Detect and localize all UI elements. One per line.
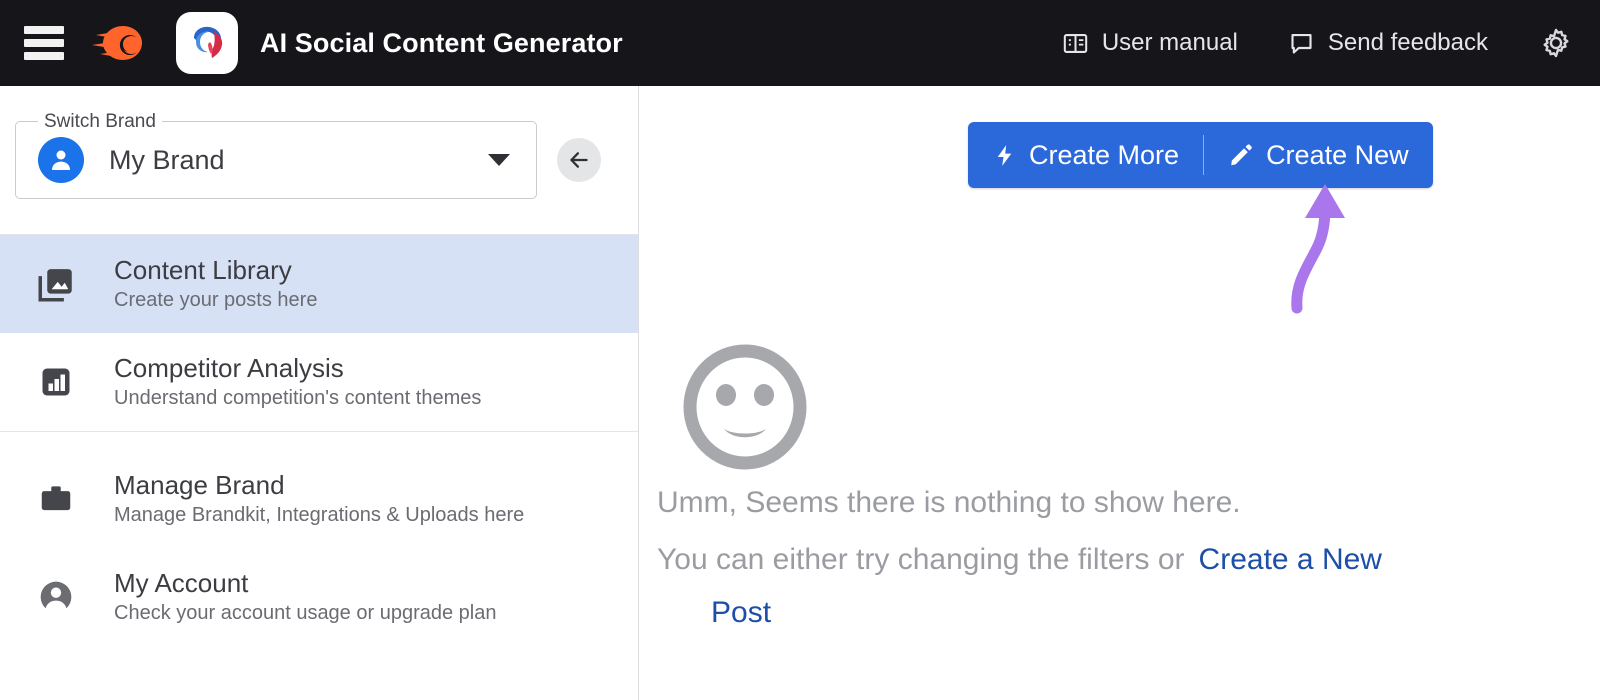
bar-chart-glyph xyxy=(42,368,70,396)
collapse-sidebar-button[interactable] xyxy=(557,138,601,182)
user-manual-button[interactable]: User manual xyxy=(1062,29,1238,57)
sidebar-group-primary: Content Library Create your posts here C… xyxy=(0,235,638,432)
empty-state-line-1: Umm, Seems there is nothing to show here… xyxy=(657,486,1241,519)
sidebar-group-secondary: Manage Brand Manage Brandkit, Integratio… xyxy=(0,432,638,646)
chat-bubble-icon xyxy=(1291,33,1312,54)
account-circle-icon xyxy=(33,574,79,620)
create-new-post-link[interactable]: Create a New xyxy=(1199,543,1382,576)
app-root: AI Social Content Generator User manual … xyxy=(0,0,1600,700)
briefcase-icon xyxy=(33,476,79,522)
empty-state-line-2-text: You can either try changing the filters … xyxy=(657,543,1185,576)
top-bar: AI Social Content Generator User manual … xyxy=(0,0,1600,86)
switch-brand-value: My Brand xyxy=(109,144,225,175)
sidebar-item-manage-brand-text: Manage Brand Manage Brandkit, Integratio… xyxy=(114,469,525,528)
account-circle-glyph xyxy=(40,581,72,614)
hamburger-icon[interactable] xyxy=(24,26,64,60)
hamburger-bar xyxy=(24,26,64,34)
neutral-face-icon xyxy=(683,344,807,470)
avatar-glyph xyxy=(52,150,70,170)
chevron-down-icon[interactable] xyxy=(488,154,510,166)
settings-button[interactable] xyxy=(1540,27,1572,59)
hamburger-bar xyxy=(24,39,64,47)
sidebar-item-content-library[interactable]: Content Library Create your posts here xyxy=(0,235,638,333)
create-new-post-link-continued[interactable]: Post xyxy=(711,596,771,630)
top-bar-actions: User manual Send feedback xyxy=(1012,27,1600,59)
sidebar-item-my-account[interactable]: My Account Check your account usage or u… xyxy=(0,548,638,646)
empty-state-line-2: You can either try changing the filters … xyxy=(657,543,1382,577)
brand-switcher-area: Switch Brand My Brand xyxy=(0,86,638,235)
photo-library-icon xyxy=(33,261,79,307)
user-manual-label: User manual xyxy=(1101,29,1238,56)
sidebar-item-competitor-analysis[interactable]: Competitor Analysis Understand competiti… xyxy=(0,333,638,431)
sidebar-item-title: Manage Brand xyxy=(114,469,285,500)
sidebar-item-subtitle: Create your posts here xyxy=(114,289,318,312)
sidebar-item-title: My Account xyxy=(114,567,249,598)
sidebar-item-competitor-analysis-text: Competitor Analysis Understand competiti… xyxy=(114,352,482,411)
semrush-comet-icon[interactable] xyxy=(90,21,146,65)
app-title: AI Social Content Generator xyxy=(260,27,623,58)
briefcase-glyph xyxy=(41,486,71,511)
gear-icon xyxy=(1543,28,1569,58)
switch-brand-select[interactable]: Switch Brand My Brand xyxy=(15,111,537,199)
sidebar-item-my-account-text: My Account Check your account usage or u… xyxy=(114,567,497,626)
send-feedback-button[interactable]: Send feedback xyxy=(1288,29,1488,57)
sidebar: Switch Brand My Brand Content Library Cr… xyxy=(0,86,639,700)
brain-speech-bubble-icon xyxy=(194,26,223,58)
sidebar-item-subtitle: Check your account usage or upgrade plan xyxy=(114,602,497,625)
sidebar-item-manage-brand[interactable]: Manage Brand Manage Brandkit, Integratio… xyxy=(0,450,638,548)
bar-chart-icon xyxy=(33,359,79,405)
sidebar-item-content-library-text: Content Library Create your posts here xyxy=(114,254,318,313)
book-icon xyxy=(1063,33,1088,53)
ai-social-content-generator-logo xyxy=(176,12,238,74)
sidebar-item-subtitle: Manage Brandkit, Integrations & Uploads … xyxy=(114,504,525,527)
sidebar-item-title: Content Library xyxy=(114,254,292,285)
photo-library-glyph xyxy=(38,269,72,302)
main-content: Create More Create New Umm, Seems there … xyxy=(639,86,1600,700)
arrow-left-icon xyxy=(570,152,588,168)
hamburger-bar xyxy=(24,52,64,60)
empty-state: Umm, Seems there is nothing to show here… xyxy=(639,86,1600,700)
switch-brand-legend: Switch Brand xyxy=(38,111,162,133)
sidebar-item-title: Competitor Analysis xyxy=(114,352,344,383)
user-avatar-icon xyxy=(38,137,84,183)
send-feedback-label: Send feedback xyxy=(1327,29,1488,56)
sidebar-item-subtitle: Understand competition's content themes xyxy=(114,387,482,410)
